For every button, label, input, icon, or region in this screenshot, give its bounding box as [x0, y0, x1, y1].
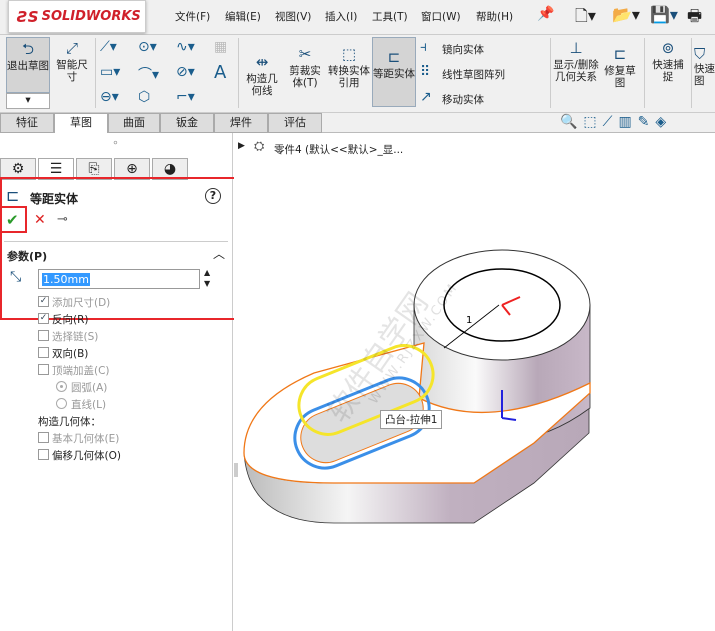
pin-icon[interactable]: 📌	[537, 6, 554, 22]
tab-sheet-metal[interactable]: 钣金	[160, 113, 214, 133]
exit-sketch-dropdown[interactable]: ▾	[6, 93, 50, 109]
command-manager-tabs: 特征 草图 曲面 钣金 焊件 评估 🔍⬚⟋▥✎◈	[0, 113, 715, 133]
cap-radio-label: 圆弧(A)	[71, 382, 108, 394]
slot-icon[interactable]: ⊖▾	[100, 89, 119, 105]
text-icon[interactable]: A	[214, 62, 226, 83]
construction-option-1-checkbox[interactable]	[38, 449, 49, 460]
mirror-entities-button[interactable]: 镜向实体	[442, 42, 484, 57]
option-1-label: 反向(R)	[52, 314, 89, 326]
offset-entities-button[interactable]: ⊏ 等距实体	[372, 37, 416, 107]
tab-weldments[interactable]: 焊件	[214, 113, 268, 133]
cap-radio-0[interactable]	[56, 381, 67, 392]
collapse-chevron-icon[interactable]: ︿	[213, 245, 225, 262]
trim-icon: ✂	[298, 45, 312, 63]
offset-entities-icon: ⊏	[6, 186, 20, 205]
quick-snap-icon: ⊚	[661, 39, 675, 57]
tab-sketch[interactable]: 草图	[54, 113, 108, 133]
menu-help[interactable]: 帮助(H)	[476, 9, 513, 24]
repair-sketch-icon: ⊏	[613, 45, 627, 63]
menu-tools[interactable]: 工具(T)	[372, 9, 408, 24]
option-3-label: 双向(B)	[52, 348, 89, 360]
quick-snap-button[interactable]: ⊚ 快速捕捉	[648, 39, 688, 83]
sketch-toolbar: ⮌ 退出草图 ▾ ⤢ 智能尺寸 ⟋▾ ⊙▾ ∿▾ ▦ ▭▾ ⌒▾ ⊘▾ A ⊖▾ ⬡…	[0, 35, 715, 113]
ellipse-icon[interactable]: ⊘▾	[176, 64, 195, 80]
construction-line-icon: ⇹	[255, 53, 269, 71]
pushpin-icon[interactable]: ⊸	[57, 212, 68, 227]
quick-view-button[interactable]: ⛉快速草图	[694, 45, 715, 87]
convert-entities-icon: ⬚	[341, 45, 357, 63]
open-file-icon[interactable]: 📂▾	[612, 5, 640, 24]
exit-sketch-button[interactable]: ⮌ 退出草图	[6, 37, 50, 93]
smart-dimension-icon: ⤢	[65, 39, 78, 57]
move-entities-button[interactable]: 移动实体	[442, 92, 484, 107]
relations-icon: ⊥	[569, 39, 583, 57]
menu-edit[interactable]: 编辑(E)	[225, 9, 261, 24]
option-0-label: 添加尺寸(D)	[52, 297, 111, 309]
fillet-icon[interactable]: ⌐▾	[176, 89, 195, 105]
display-relations-button[interactable]: ⊥ 显示/删除几何关系	[553, 39, 599, 83]
tab-surface[interactable]: 曲面	[108, 113, 160, 133]
dimension-label: 1	[466, 315, 472, 326]
option-1-checkbox[interactable]: ✓	[38, 313, 49, 324]
linear-pattern-button[interactable]: 线性草图阵列	[442, 67, 505, 82]
option-4-label: 顶端加盖(C)	[52, 365, 110, 377]
line-icon[interactable]: ⟋▾	[100, 39, 117, 55]
construction-option-1-label: 偏移几何体(O)	[52, 450, 121, 462]
part-model: 1 软件自学网 WWW.RJZXW.COM	[243, 249, 591, 524]
menu-insert[interactable]: 插入(I)	[325, 9, 357, 24]
smart-dimension-button[interactable]: ⤢ 智能尺寸	[52, 39, 92, 83]
option-2-label: 选择链(S)	[52, 331, 99, 343]
menu-view[interactable]: 视图(V)	[275, 9, 311, 24]
cap-radio-1[interactable]	[56, 398, 67, 409]
print-icon[interactable]: 🖶	[687, 5, 702, 32]
tab-evaluate[interactable]: 评估	[268, 113, 322, 133]
tab-features[interactable]: 特征	[0, 113, 54, 133]
offset-entities-icon: ⊏	[387, 48, 401, 66]
ok-check-icon[interactable]: ✔	[6, 211, 19, 229]
save-icon[interactable]: 💾▾	[650, 5, 678, 24]
offset-distance-input[interactable]: 1.50mm	[38, 269, 200, 289]
parameters-section-title[interactable]: 参数(P)	[7, 248, 47, 264]
cancel-x-icon[interactable]: ✕	[34, 212, 46, 228]
offset-distance-icon: ⤡	[10, 269, 22, 285]
circle-icon[interactable]: ⊙▾	[138, 39, 157, 55]
splitter-grip[interactable]	[234, 463, 238, 477]
option-3-checkbox[interactable]	[38, 347, 49, 358]
exit-sketch-icon: ⮌	[21, 40, 34, 58]
option-2-checkbox[interactable]	[38, 330, 49, 341]
property-manager: ∘ ⚙ ☰ ⎘ ⊕ ◕ ⊏ 等距实体 ? ✔ ✕ ⊸ 参数(P) ︿ ⤡ 1.5…	[0, 133, 236, 631]
construction-option-0-checkbox[interactable]	[38, 432, 49, 443]
option-4-checkbox[interactable]	[38, 364, 49, 375]
view-toolbar-icons[interactable]: 🔍⬚⟋▥✎◈	[560, 114, 672, 130]
splitter-handle[interactable]: ∘	[112, 136, 119, 149]
construction-geometry-title: 构造几何体：	[38, 416, 101, 428]
trim-button[interactable]: ✂ 剪裁实体(T)	[285, 45, 325, 89]
offset-spinner[interactable]: ▲ ▼	[204, 267, 210, 289]
construction-line-button[interactable]: ⇹ 构造几何线	[242, 53, 282, 97]
mirror-icon: ⫞	[420, 39, 427, 55]
linear-pattern-icon: ⠿	[420, 64, 431, 80]
spline-icon[interactable]: ∿▾	[176, 39, 195, 55]
title-bar: ƧS SOLIDWORKS 文件(F) 编辑(E) 视图(V) 插入(I) 工具(…	[0, 0, 715, 35]
option-0-checkbox[interactable]: ✓	[38, 296, 49, 307]
new-file-icon[interactable]: 🗋▾	[575, 5, 596, 32]
convert-entities-button[interactable]: ⬚ 转换实体引用	[328, 45, 370, 89]
repair-sketch-button[interactable]: ⊏ 修复草图	[600, 45, 640, 89]
feature-tooltip: 凸台-拉伸1	[380, 410, 443, 429]
grid-icon[interactable]: ▦	[214, 39, 227, 55]
polygon-icon[interactable]: ⬡	[138, 89, 150, 105]
menu-window[interactable]: 窗口(W)	[421, 9, 461, 24]
panel-title: 等距实体	[30, 192, 79, 206]
graphics-viewport[interactable]: ▶ ⛭ 零件4 (默认<<默认>_显... 1 软件自学网 WWW.RJZXW.…	[234, 133, 715, 631]
help-icon[interactable]: ?	[205, 188, 221, 204]
solidworks-logo[interactable]: ƧS SOLIDWORKS	[8, 0, 146, 33]
arc-icon[interactable]: ⌒▾	[138, 64, 159, 84]
construction-option-0-label: 基本几何体(E)	[52, 433, 120, 445]
divider	[4, 241, 228, 242]
move-icon: ↗	[420, 89, 432, 105]
rectangle-icon[interactable]: ▭▾	[100, 64, 120, 80]
cap-radio-label: 直线(L)	[71, 399, 107, 411]
quick-view-icon: ⛉	[694, 45, 706, 63]
menu-file[interactable]: 文件(F)	[175, 9, 210, 24]
